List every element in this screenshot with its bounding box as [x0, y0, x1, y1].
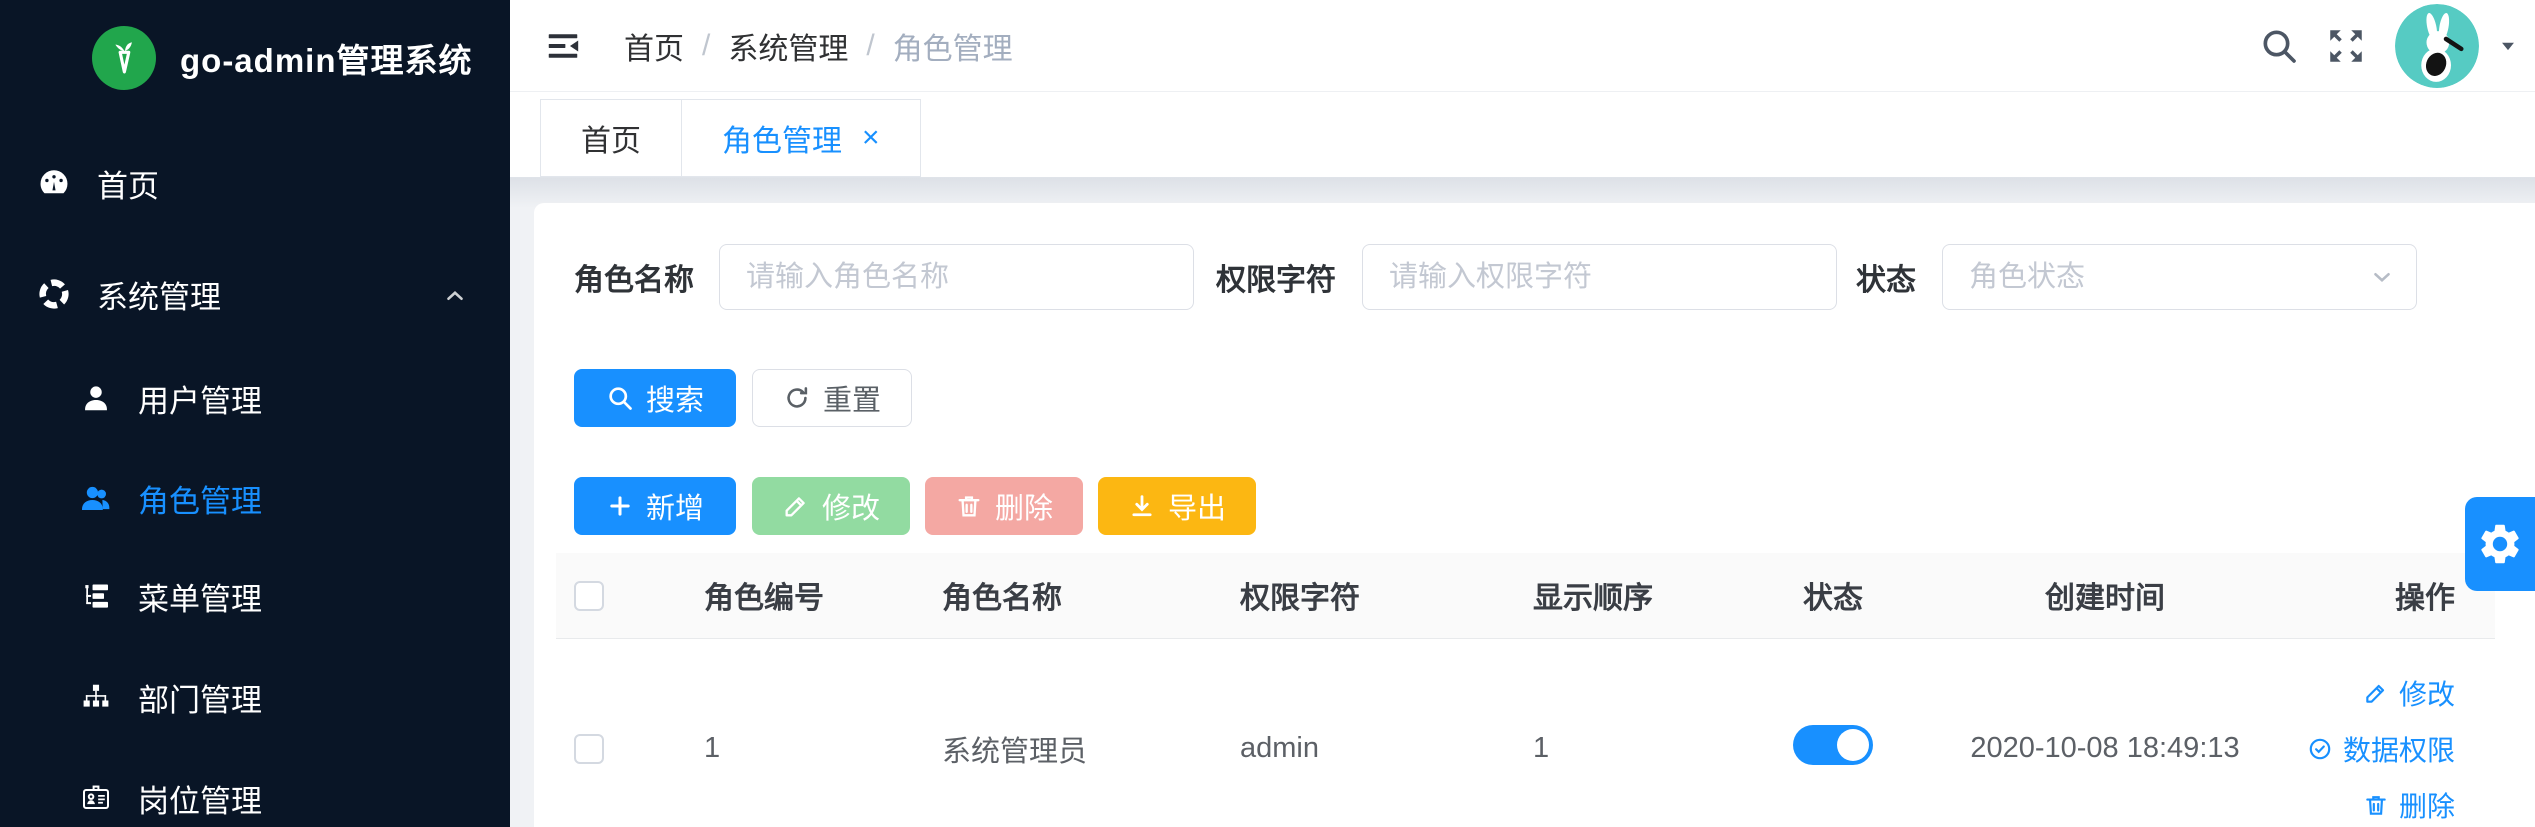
sidebar-item-home[interactable]: 首页	[0, 152, 510, 214]
column-header-name[interactable]: 角色名称	[942, 553, 1240, 638]
reset-button-label: 重置	[823, 377, 881, 419]
row-edit-label: 修改	[2399, 673, 2455, 713]
search-button-label: 搜索	[646, 377, 704, 419]
cell-perm-key: admin	[1240, 638, 1533, 827]
table-header-row: 角色编号 角色名称 权限字符 显示顺序 状态 创建时间 操作	[556, 553, 2495, 638]
sidebar-item-label: 岗位管理	[138, 776, 262, 821]
table-toolbar: 新增 修改 删除 导出	[574, 477, 2495, 535]
row-delete-label: 删除	[2399, 785, 2455, 825]
sidebar-item-label: 首页	[97, 161, 159, 206]
status-select-input[interactable]	[1942, 244, 2417, 310]
status-toggle[interactable]	[1793, 725, 1873, 765]
fullscreen-icon[interactable]	[2325, 25, 2367, 67]
perm-key-input[interactable]	[1362, 244, 1837, 310]
column-header-created[interactable]: 创建时间	[1923, 553, 2287, 638]
cell-sort: 1	[1533, 638, 1743, 827]
column-header-actions: 操作	[2287, 553, 2495, 638]
breadcrumb-home[interactable]: 首页	[624, 24, 684, 68]
logo-carrot-icon	[92, 26, 156, 90]
roles-icon	[80, 482, 112, 514]
sidebar-item-system[interactable]: 系统管理	[0, 263, 510, 325]
select-all-checkbox[interactable]	[574, 581, 604, 611]
content-card: 角色名称 权限字符 状态 搜索	[534, 203, 2535, 827]
sidebar-item-users[interactable]: 用户管理	[0, 367, 510, 429]
navbar-right	[2259, 4, 2535, 88]
perm-key-label: 权限字符	[1216, 255, 1336, 299]
breadcrumb-system[interactable]: 系统管理	[728, 24, 848, 68]
search-icon[interactable]	[2259, 26, 2299, 66]
sidebar-item-label: 用户管理	[138, 376, 262, 421]
column-header-id[interactable]: 角色编号	[704, 553, 942, 638]
app-root: go-admin管理系统 首页 系统管理	[0, 0, 2535, 827]
column-header-status[interactable]: 状态	[1743, 553, 1923, 638]
user-icon	[80, 382, 112, 414]
status-label: 状态	[1856, 255, 1916, 299]
settings-gear-button[interactable]	[2465, 497, 2535, 591]
id-card-icon	[80, 782, 112, 814]
add-button[interactable]: 新增	[574, 477, 736, 535]
status-select[interactable]	[1942, 244, 2417, 310]
column-header-sort[interactable]: 显示顺序	[1533, 553, 1743, 638]
logo[interactable]: go-admin管理系统	[92, 26, 472, 90]
add-button-label: 新增	[646, 485, 704, 527]
row-edit-link[interactable]: 修改	[2363, 673, 2455, 713]
main-area: 首页 / 系统管理 / 角色管理	[510, 0, 2535, 827]
edit-button-label: 修改	[822, 485, 880, 527]
breadcrumb: 首页 / 系统管理 / 角色管理	[624, 24, 1013, 68]
sidebar-item-roles[interactable]: 角色管理	[0, 467, 510, 529]
org-tree-icon	[80, 681, 112, 713]
tab-home[interactable]: 首页	[540, 99, 682, 177]
row-data-perm-label: 数据权限	[2343, 729, 2455, 769]
dashboard-icon	[37, 166, 71, 200]
sidebar-item-menus[interactable]: 菜单管理	[0, 565, 510, 627]
tab-close-icon[interactable]: ×	[862, 123, 880, 153]
page-content: 角色名称 权限字符 状态 搜索	[510, 178, 2535, 827]
sidebar-item-label: 角色管理	[138, 476, 262, 521]
tab-label: 角色管理	[722, 116, 842, 160]
filter-form: 角色名称 权限字符 状态	[574, 243, 2495, 311]
export-button[interactable]: 导出	[1098, 477, 1256, 535]
tab-label: 首页	[581, 116, 641, 160]
export-button-label: 导出	[1168, 485, 1226, 527]
breadcrumb-separator: /	[702, 29, 710, 63]
sidebar-item-departments[interactable]: 部门管理	[0, 666, 510, 728]
sidebar: go-admin管理系统 首页 系统管理	[0, 0, 510, 827]
caret-down-icon[interactable]	[2497, 35, 2519, 57]
delete-button-label: 删除	[995, 485, 1053, 527]
app-title: go-admin管理系统	[180, 34, 472, 82]
delete-button[interactable]: 删除	[925, 477, 1083, 535]
row-select-checkbox[interactable]	[574, 734, 604, 764]
toggle-knob	[1837, 729, 1869, 761]
top-navbar: 首页 / 系统管理 / 角色管理	[510, 0, 2535, 92]
roles-table: 角色编号 角色名称 权限字符 显示顺序 状态 创建时间 操作	[556, 553, 2495, 827]
search-button[interactable]: 搜索	[574, 369, 736, 427]
edit-button[interactable]: 修改	[752, 477, 910, 535]
reset-button[interactable]: 重置	[752, 369, 912, 427]
sidebar-item-posts[interactable]: 岗位管理	[0, 767, 510, 827]
filter-actions: 搜索 重置	[574, 369, 2495, 427]
cell-role-id: 1	[704, 638, 942, 827]
table-row: 1 系统管理员 admin 1 2020-10-08 18:49:13	[556, 638, 2495, 827]
breadcrumb-current: 角色管理	[893, 24, 1013, 68]
row-actions: 修改 数据权限 删除	[2287, 639, 2495, 827]
role-name-label: 角色名称	[574, 255, 694, 299]
cell-role-name: 系统管理员	[942, 638, 1240, 827]
role-name-input[interactable]	[719, 244, 1194, 310]
menu-tree-icon	[80, 580, 112, 612]
chevron-up-icon	[442, 281, 468, 307]
cell-created-time: 2020-10-08 18:49:13	[1923, 638, 2287, 827]
sidebar-item-label: 部门管理	[138, 675, 262, 720]
system-icon	[37, 277, 71, 311]
tags-view-bar: 首页 角色管理 ×	[510, 92, 2535, 178]
avatar[interactable]	[2395, 4, 2479, 88]
menu-fold-icon[interactable]	[544, 27, 582, 65]
tab-role-management[interactable]: 角色管理 ×	[681, 99, 921, 177]
row-data-perm-link[interactable]: 数据权限	[2307, 729, 2455, 769]
sidebar-item-label: 系统管理	[97, 272, 221, 317]
sidebar-item-label: 菜单管理	[138, 574, 262, 619]
breadcrumb-separator: /	[866, 29, 874, 63]
column-header-perm[interactable]: 权限字符	[1240, 553, 1533, 638]
row-delete-link[interactable]: 删除	[2363, 785, 2455, 825]
